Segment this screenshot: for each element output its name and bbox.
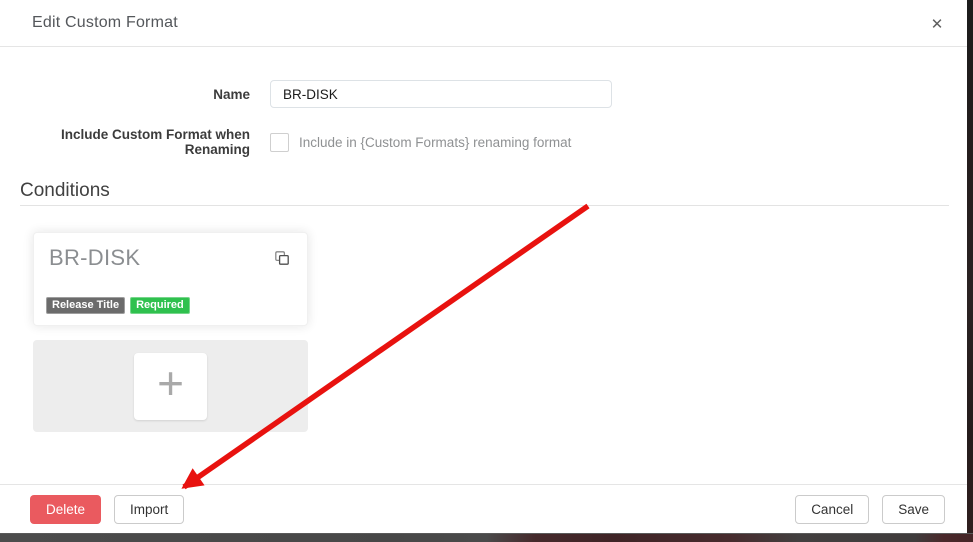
modal-footer: Delete Import Cancel Save: [0, 484, 967, 533]
condition-card-tags: Release Title Required: [46, 297, 190, 314]
close-icon[interactable]: ✕: [923, 10, 951, 38]
delete-button[interactable]: Delete: [30, 495, 101, 524]
footer-right-buttons: Cancel Save: [795, 495, 945, 524]
name-label: Name: [0, 87, 250, 102]
conditions-heading: Conditions: [20, 180, 110, 202]
tag-release-title: Release Title: [46, 297, 125, 314]
save-button[interactable]: Save: [882, 495, 945, 524]
edit-custom-format-modal: Edit Custom Format ✕ Name Include Custom…: [0, 0, 967, 533]
clone-icon[interactable]: [275, 251, 289, 265]
condition-card[interactable]: BR-DISK Release Title Required: [33, 232, 308, 326]
renaming-checkbox-text: Include in {Custom Formats} renaming for…: [299, 135, 571, 150]
renaming-checkbox[interactable]: [270, 133, 289, 152]
add-condition-card: +: [33, 340, 308, 432]
modal-header: Edit Custom Format ✕: [0, 0, 967, 47]
tag-required: Required: [130, 297, 190, 314]
background-page-right: [967, 0, 973, 542]
add-condition-button[interactable]: +: [134, 353, 207, 420]
name-input[interactable]: [270, 80, 612, 108]
renaming-row: Include Custom Format when Renaming Incl…: [0, 130, 571, 154]
import-button[interactable]: Import: [114, 495, 184, 524]
conditions-divider: [20, 205, 949, 206]
condition-card-title: BR-DISK: [49, 245, 140, 271]
background-page-bottom: [0, 533, 973, 542]
footer-left-buttons: Delete Import: [30, 495, 184, 524]
cancel-button[interactable]: Cancel: [795, 495, 869, 524]
name-row: Name: [0, 80, 612, 108]
renaming-label: Include Custom Format when Renaming: [0, 127, 250, 157]
modal-title: Edit Custom Format: [32, 14, 178, 32]
